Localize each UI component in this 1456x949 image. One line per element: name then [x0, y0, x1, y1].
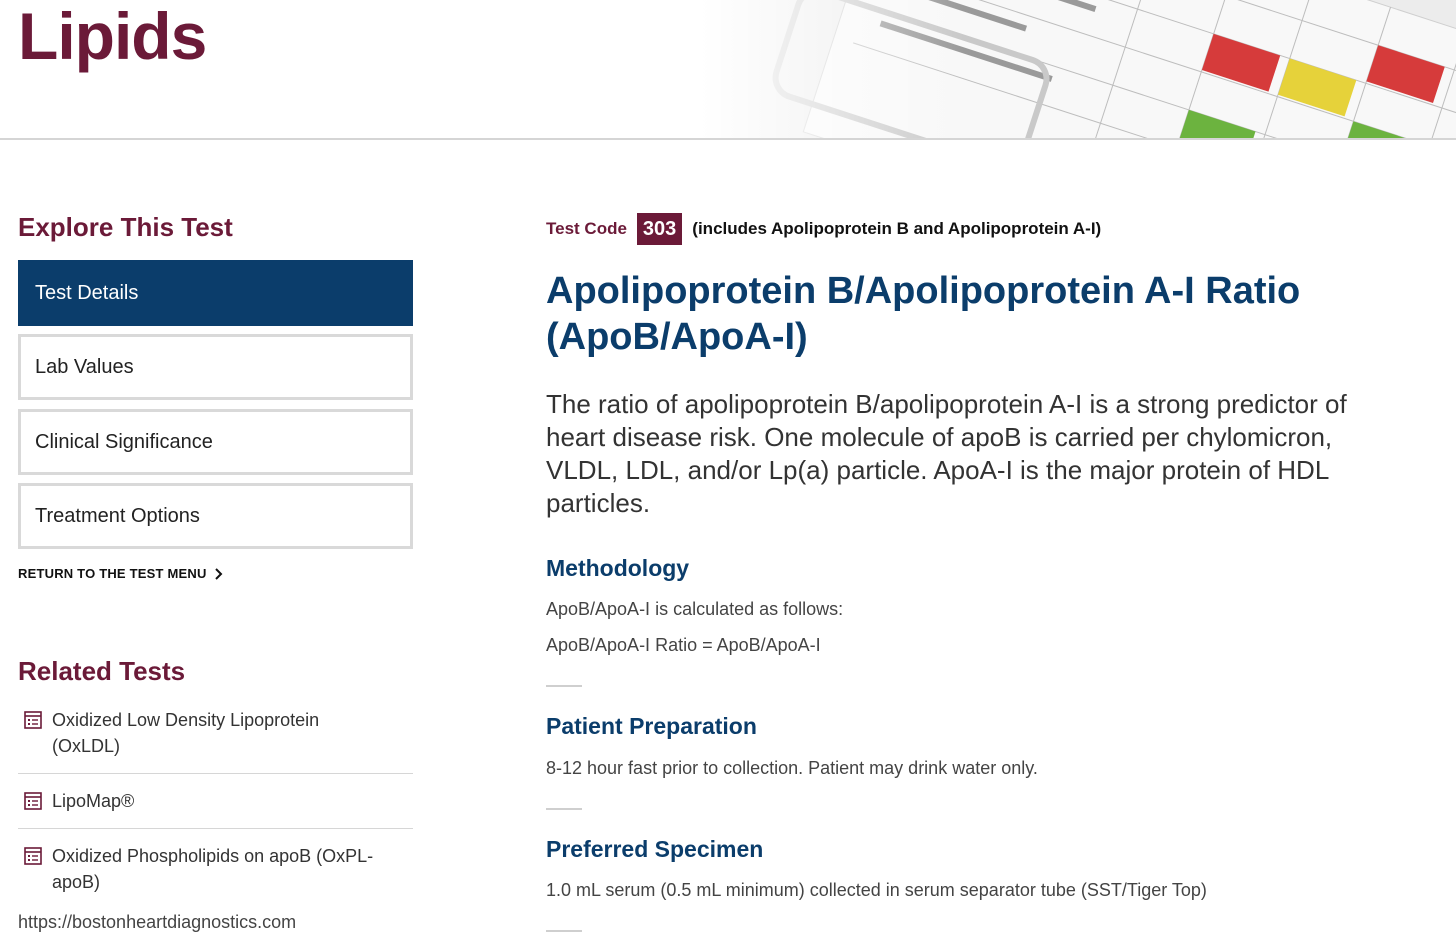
- document-list-icon: [24, 711, 42, 729]
- nav-label: Test Details: [35, 281, 139, 304]
- document-list-icon: [24, 792, 42, 810]
- test-code-row: Test Code 303 (includes Apolipoprotein B…: [546, 212, 1101, 246]
- related-tests-heading: Related Tests: [18, 656, 186, 686]
- patient-preparation-text: 8-12 hour fast prior to collection. Pati…: [546, 758, 1038, 778]
- nav-label: Treatment Options: [35, 504, 200, 527]
- section-rule: [546, 930, 582, 932]
- document-list-icon: [24, 847, 42, 865]
- test-description: The ratio of apolipoprotein B/apolipopro…: [546, 389, 1347, 518]
- methodology-heading: Methodology: [546, 555, 690, 581]
- header-banner: Lipids: [0, 0, 1456, 140]
- nav-lab-values[interactable]: Lab Values: [18, 334, 413, 400]
- section-rule: [546, 808, 582, 810]
- nav-test-details[interactable]: Test Details: [18, 260, 413, 326]
- section-rule: [546, 685, 582, 687]
- site-url: https://bostonheartdiagnostics.com: [18, 912, 297, 932]
- explore-heading: Explore This Test: [18, 212, 233, 242]
- divider: [18, 828, 413, 829]
- related-test-label: Oxidized Phospholipids on apoB (OxPL-apo…: [52, 846, 374, 892]
- preferred-specimen-heading: Preferred Specimen: [546, 836, 764, 862]
- methodology-formula: ApoB/ApoA-I Ratio = ApoB/ApoA-I: [546, 635, 821, 655]
- divider: [18, 773, 413, 774]
- test-code-badge: 303: [636, 213, 683, 245]
- clipboard-chart-image: [700, 0, 1456, 138]
- nav-label: Lab Values: [35, 355, 134, 378]
- return-link-label: RETURN TO THE TEST MENU: [18, 566, 207, 581]
- related-test-item[interactable]: Oxidized Low Density Lipoprotein (OxLDL): [18, 707, 413, 759]
- test-title: Apolipoprotein B/Apolipoprotein A-I Rati…: [546, 270, 1301, 358]
- related-test-label: LipoMap®: [52, 791, 135, 811]
- test-code-note: (includes Apolipoprotein B and Apolipopr…: [692, 219, 1102, 238]
- related-test-item[interactable]: LipoMap®: [18, 788, 413, 814]
- nav-label: Clinical Significance: [35, 430, 213, 453]
- return-to-test-menu-link[interactable]: RETURN TO THE TEST MENU: [18, 566, 223, 581]
- preferred-specimen-text: 1.0 mL serum (0.5 mL minimum) collected …: [546, 880, 1207, 900]
- nav-treatment-options[interactable]: Treatment Options: [18, 483, 413, 549]
- patient-preparation-heading: Patient Preparation: [546, 713, 757, 739]
- nav-clinical-significance[interactable]: Clinical Significance: [18, 409, 413, 475]
- related-test-item[interactable]: Oxidized Phospholipids on apoB (OxPL-apo…: [18, 843, 413, 895]
- methodology-text: ApoB/ApoA-I is calculated as follows:: [546, 599, 844, 619]
- page-title: Lipids: [18, 0, 207, 73]
- chevron-right-icon: [214, 567, 222, 580]
- test-code-label: Test Code: [546, 219, 627, 238]
- related-test-label: Oxidized Low Density Lipoprotein (OxLDL): [52, 710, 320, 756]
